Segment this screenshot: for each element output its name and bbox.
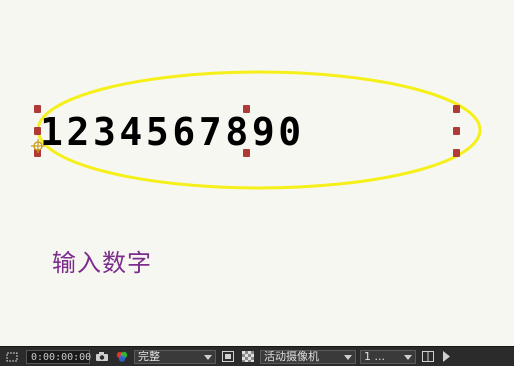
selection-handle-bottom-right[interactable] <box>453 149 460 157</box>
camera-select-value: 活动摄像机 <box>264 349 319 363</box>
camera-snapshot-icon[interactable] <box>94 350 110 364</box>
composition-viewer[interactable]: 1234567890 输入数字 <box>0 0 514 346</box>
chevron-down-icon <box>404 354 412 360</box>
selection-handle-top-center[interactable] <box>243 105 250 113</box>
camera-select[interactable]: 活动摄像机 <box>260 349 356 364</box>
viewer-toolbar: 0:00:00:00 完整 活动摄像机 1 ... <box>0 346 514 366</box>
view-layout-select-value: 1 ... <box>364 349 385 363</box>
selection-handle-middle-right[interactable] <box>453 127 460 135</box>
selection-handle-bottom-center[interactable] <box>243 149 250 157</box>
selection-handle-middle-left[interactable] <box>34 127 41 135</box>
transparency-grid-icon[interactable] <box>240 350 256 364</box>
timecode-display[interactable]: 0:00:00:00 <box>26 349 91 364</box>
instruction-caption: 输入数字 <box>52 249 152 277</box>
region-toggle-icon[interactable] <box>220 350 236 364</box>
view-layout-select[interactable]: 1 ... <box>360 349 416 364</box>
anchor-point-icon[interactable] <box>31 139 45 153</box>
chevron-down-icon <box>344 354 352 360</box>
resolution-select[interactable]: 完整 <box>134 349 216 364</box>
pixel-aspect-icon[interactable] <box>420 350 436 364</box>
fast-preview-icon[interactable] <box>438 350 454 364</box>
chevron-down-icon <box>204 354 212 360</box>
selection-handle-top-left[interactable] <box>34 105 41 113</box>
color-channels-icon[interactable] <box>114 350 130 364</box>
selection-handle-top-right[interactable] <box>453 105 460 113</box>
highlight-ellipse <box>36 70 482 190</box>
region-of-interest-icon[interactable] <box>4 350 20 364</box>
resolution-select-value: 完整 <box>138 349 160 363</box>
text-layer-digits[interactable]: 1234567890 <box>40 112 305 152</box>
